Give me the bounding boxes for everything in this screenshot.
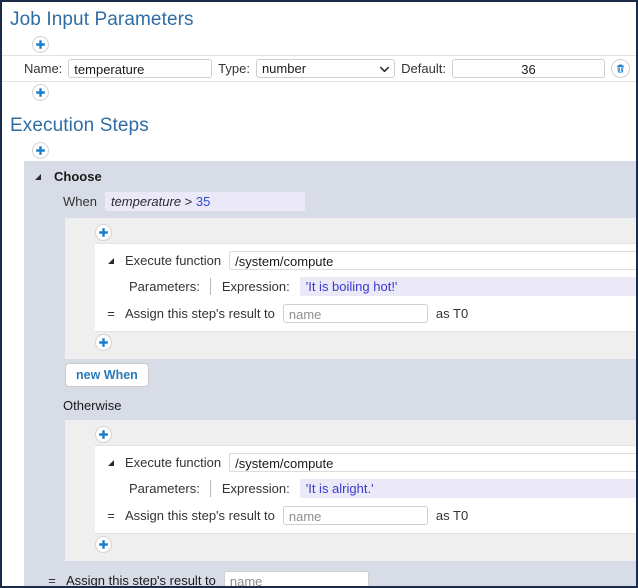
otherwise-execute-function-row: Execute function /system/compute (95, 450, 636, 475)
otherwise-expression-label: Expression: (211, 481, 300, 496)
new-when-wrapper: new When (24, 359, 636, 393)
choose-assign-name-input[interactable]: name (224, 571, 369, 588)
when-expression-input[interactable]: temperature > 35 (105, 192, 305, 211)
add-parameter-row-bottom[interactable] (2, 82, 636, 103)
parameter-default-label: Default: (401, 61, 446, 76)
otherwise-parameters-label: Parameters: (129, 481, 210, 496)
when-function-input[interactable]: /system/compute (229, 251, 638, 270)
collapse-triangle-icon[interactable] (107, 458, 117, 468)
otherwise-assign-label: Assign this step's result to (125, 508, 275, 523)
delete-parameter-button[interactable] (611, 59, 630, 78)
otherwise-assign-as-label: as T0 (436, 508, 468, 523)
when-condition-row: When temperature > 35 (24, 192, 636, 218)
when-expression-operator: > (181, 194, 196, 209)
execution-steps-title: Execution Steps (2, 103, 636, 140)
parameter-type-value: number (262, 61, 379, 76)
otherwise-label: Otherwise (24, 393, 636, 420)
chevron-down-icon (379, 63, 390, 74)
when-execute-label: Execute function (125, 253, 221, 268)
when-parameters-label: Parameters: (129, 279, 210, 294)
parameter-type-select[interactable]: number (256, 59, 395, 78)
when-branch-panel: Execute function /system/compute Paramet… (65, 218, 636, 359)
when-parameters-row: Parameters: Expression: 'It is boiling h… (95, 273, 636, 300)
when-expression-label: Expression: (211, 279, 300, 294)
add-step-in-when-bottom[interactable] (65, 332, 636, 353)
otherwise-execute-step-card: Execute function /system/compute Paramet… (95, 445, 636, 534)
otherwise-parameter-expression-input[interactable]: 'It is alright.' (300, 479, 636, 498)
plus-circle-icon[interactable] (32, 142, 49, 159)
add-parameter-row-top[interactable] (2, 34, 636, 55)
choose-assign-label: Assign this step's result to (66, 573, 216, 588)
plus-circle-icon[interactable] (32, 84, 49, 101)
otherwise-assign-result-row: = Assign this step's result to name as T… (95, 502, 636, 529)
equals-icon: = (105, 307, 117, 320)
parameter-name-input[interactable]: temperature (68, 59, 212, 78)
collapse-triangle-icon[interactable] (107, 256, 117, 266)
add-step-in-otherwise-bottom[interactable] (65, 534, 636, 555)
new-when-button[interactable]: new When (65, 363, 149, 387)
parameter-name-label: Name: (24, 61, 62, 76)
when-label: When (63, 194, 97, 209)
choose-assign-result-row: = Assign this step's result to name (24, 565, 636, 588)
choose-step-header: Choose (24, 167, 636, 192)
equals-icon: = (46, 574, 58, 587)
collapse-triangle-icon[interactable] (34, 172, 44, 182)
parameter-row: Name: temperature Type: number Default: … (2, 55, 636, 82)
when-execute-function-row: Execute function /system/compute (95, 248, 636, 273)
when-assign-label: Assign this step's result to (125, 306, 275, 321)
plus-circle-icon[interactable] (95, 334, 112, 351)
plus-circle-icon[interactable] (32, 36, 49, 53)
job-editor-page: Job Input Parameters Name: temperature T… (0, 0, 638, 588)
choose-step-panel: Choose When temperature > 35 Execute fu (24, 161, 636, 565)
when-expression-variable: temperature (111, 194, 181, 209)
when-assign-as-label: as T0 (436, 306, 468, 321)
choose-step-title: Choose (54, 169, 102, 184)
otherwise-function-input[interactable]: /system/compute (229, 453, 638, 472)
when-assign-name-input[interactable]: name (283, 304, 428, 323)
add-step-row-top[interactable] (2, 140, 636, 161)
plus-circle-icon[interactable] (95, 426, 112, 443)
otherwise-parameters-row: Parameters: Expression: 'It is alright.' (95, 475, 636, 502)
add-step-in-when-top[interactable] (65, 222, 636, 243)
when-assign-result-row: = Assign this step's result to name as T… (95, 300, 636, 327)
plus-circle-icon[interactable] (95, 224, 112, 241)
otherwise-assign-name-input[interactable]: name (283, 506, 428, 525)
parameter-type-label: Type: (218, 61, 250, 76)
when-parameter-expression-input[interactable]: 'It is boiling hot!' (300, 277, 636, 296)
plus-circle-icon[interactable] (95, 536, 112, 553)
parameter-default-input[interactable]: 36 (452, 59, 605, 78)
add-step-in-otherwise-top[interactable] (65, 424, 636, 445)
equals-icon: = (105, 509, 117, 522)
otherwise-execute-label: Execute function (125, 455, 221, 470)
when-expression-number: 35 (196, 194, 210, 209)
job-input-parameters-title: Job Input Parameters (2, 2, 636, 34)
when-execute-step-card: Execute function /system/compute Paramet… (95, 243, 636, 332)
otherwise-branch-panel: Execute function /system/compute Paramet… (65, 420, 636, 561)
